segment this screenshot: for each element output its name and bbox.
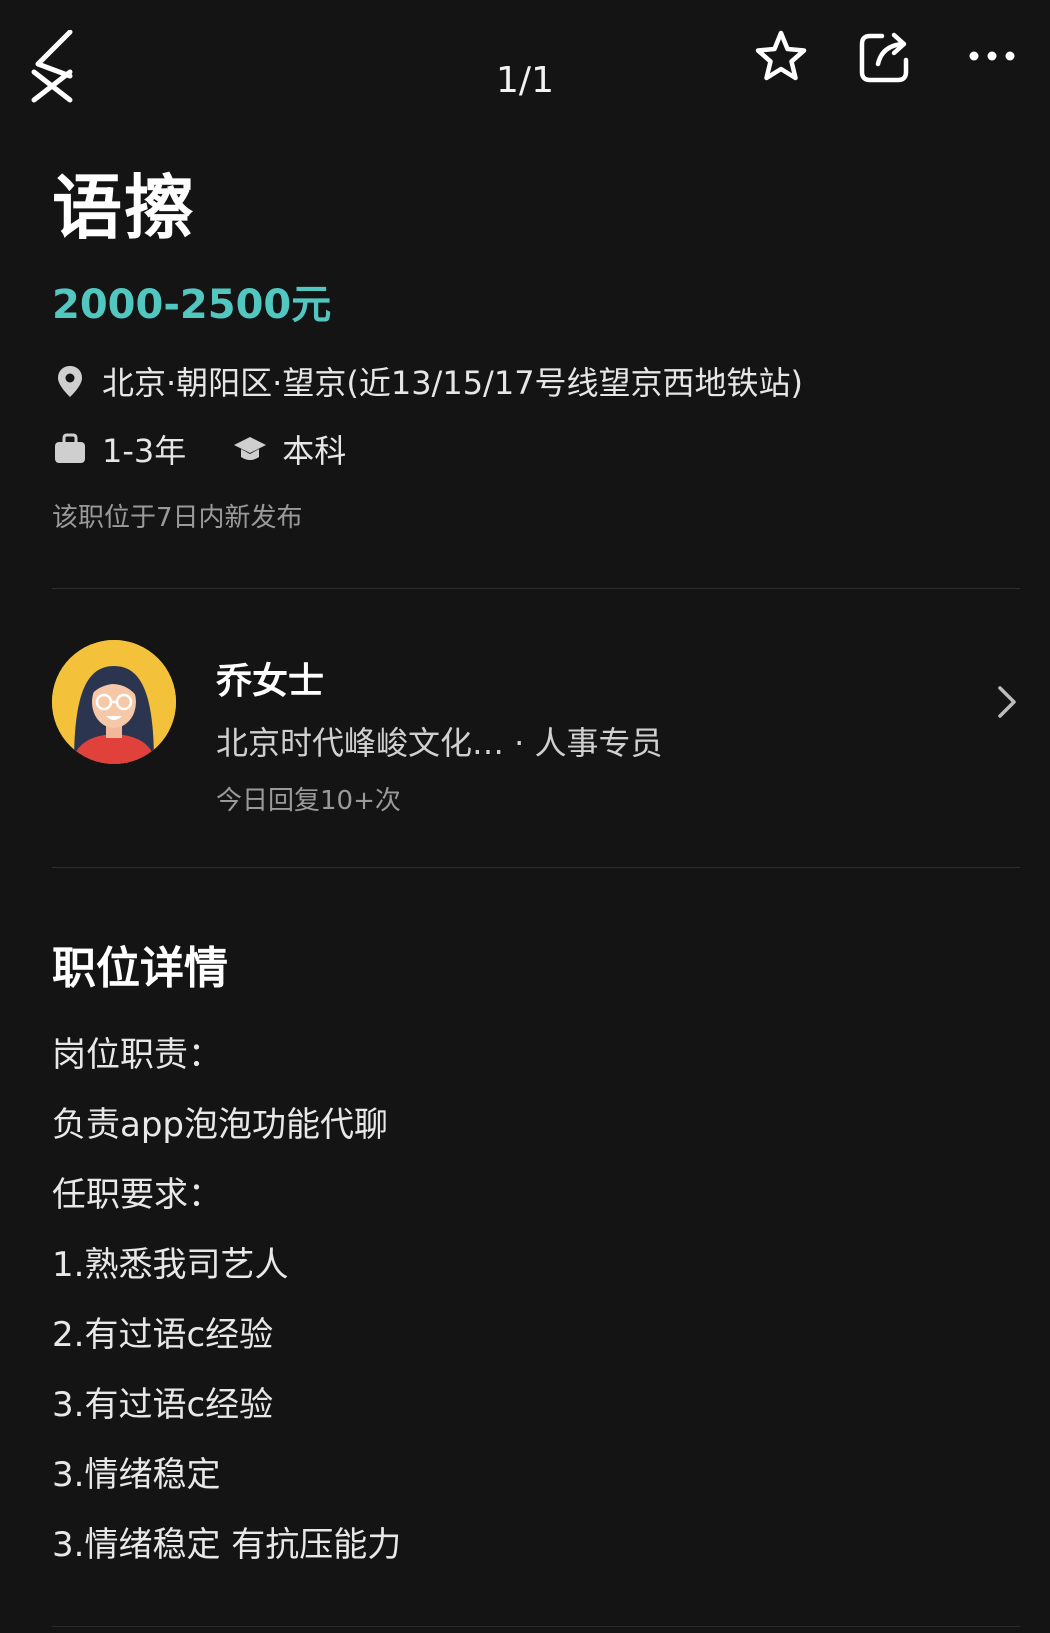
divider [52, 867, 1020, 868]
page-indicator: 1/1 [496, 60, 554, 101]
description-line: 任职要求： [52, 1175, 222, 1215]
more-button[interactable] [962, 28, 1022, 86]
location-text: 北京·朝阳区·望京(近13/15/17号线望京西地铁站) [102, 364, 804, 402]
description-line: 2.有过语c经验 [52, 1315, 274, 1355]
education-group: 本科 [232, 426, 346, 472]
recruiter-name: 乔女士 [216, 661, 325, 702]
education-text: 本科 [282, 432, 347, 470]
share-button[interactable] [856, 28, 914, 86]
requirements-row: 1-3年 本科 [52, 426, 392, 472]
share-icon [859, 32, 909, 83]
description-line: 1.熟悉我司艺人 [52, 1245, 289, 1285]
experience-group: 1-3年 [52, 426, 186, 472]
close-icon [31, 29, 73, 103]
recruiter-company: 北京时代峰峻文化… · 人事专员 [216, 724, 663, 762]
briefcase-icon [55, 433, 85, 463]
location-pin-icon [58, 366, 82, 397]
experience-text: 1-3年 [102, 432, 187, 470]
salary-range: 2000-2500元 [52, 282, 332, 328]
divider [52, 1626, 1020, 1627]
divider [52, 588, 1020, 589]
close-button[interactable] [28, 29, 84, 106]
chevron-right-icon [998, 686, 1016, 718]
description-line: 岗位职责： [52, 1035, 222, 1075]
location-row: 北京·朝阳区·望京(近13/15/17号线望京西地铁站) [52, 358, 803, 404]
description-line: 3.有过语c经验 [52, 1385, 274, 1425]
avatar [52, 640, 176, 764]
more-icon [969, 51, 1015, 61]
job-description: 岗位职责： 负责app泡泡功能代聊 任职要求： 1.熟悉我司艺人 2.有过语c经… [52, 1030, 1012, 1590]
section-title: 职位详情 [52, 943, 228, 994]
star-icon [755, 30, 807, 81]
description-line: 3.情绪稳定 [52, 1455, 221, 1495]
job-title: 语擦 [52, 167, 196, 249]
favorite-button[interactable] [752, 28, 810, 86]
description-line: 负责app泡泡功能代聊 [52, 1105, 388, 1145]
description-line: 3.情绪稳定 有抗压能力 [52, 1525, 402, 1565]
recruiter-card[interactable]: 乔女士 北京时代峰峻文化… · 人事专员 今日回复10+次 [52, 640, 1020, 820]
graduation-cap-icon [234, 437, 267, 460]
posted-notice: 该职位于7日内新发布 [52, 503, 303, 533]
recruiter-reply-rate: 今日回复10+次 [216, 786, 401, 816]
avatar-illustration [52, 640, 176, 764]
